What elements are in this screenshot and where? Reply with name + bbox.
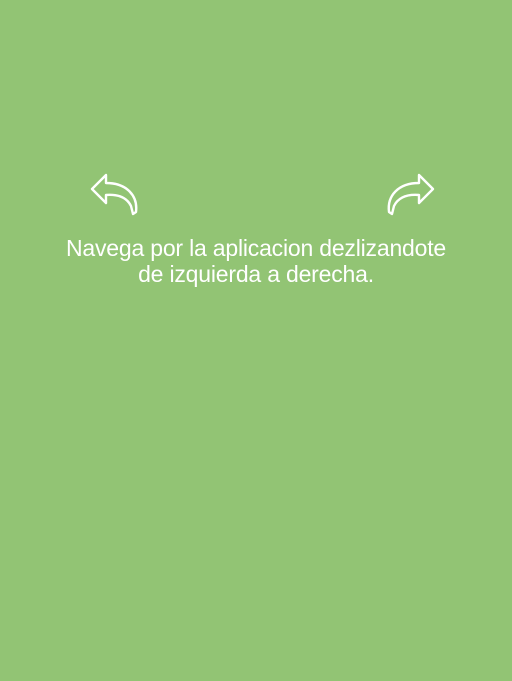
swipe-instructions-text: Navega por la aplicacion dezlizandote de… (0, 235, 512, 287)
instructions-line-2: de izquierda a derecha. (138, 261, 374, 287)
swipe-left-arrow-icon (89, 172, 139, 216)
swipe-right-arrow-icon (386, 172, 436, 216)
instructions-line-1: Navega por la aplicacion dezlizandote (65, 235, 447, 261)
